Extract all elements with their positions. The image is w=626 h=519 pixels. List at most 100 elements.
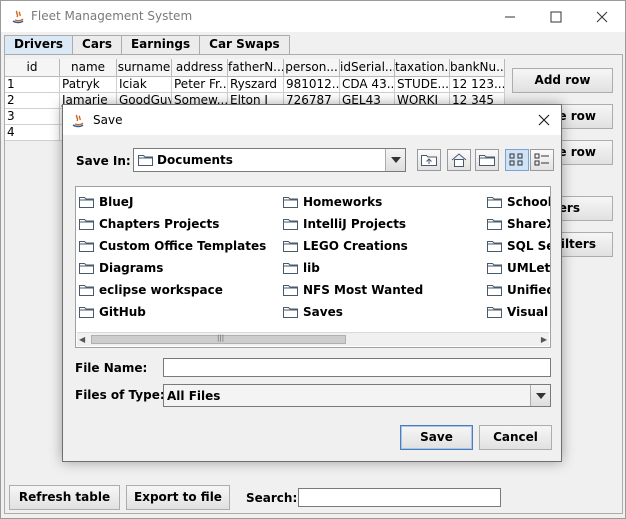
column-header[interactable]: surname <box>117 59 172 77</box>
folder-icon <box>138 155 153 166</box>
list-item[interactable]: IntelliJ Projects <box>283 216 406 232</box>
folder-icon <box>283 197 298 208</box>
folder-icon <box>487 307 502 318</box>
list-item[interactable]: BlueJ <box>79 194 133 210</box>
table-cell[interactable]: 4 <box>5 125 60 141</box>
list-item[interactable]: GitHub <box>79 304 146 320</box>
column-header[interactable]: address <box>172 59 228 77</box>
save-in-combo[interactable]: Documents <box>133 148 406 172</box>
grip-icon: ||| <box>217 334 225 342</box>
main-window: Fleet Management System Drivers Cars Ear… <box>0 0 626 519</box>
export-to-file-button[interactable]: Export to file <box>126 485 230 510</box>
file-type-label: Files of Type: <box>75 388 165 402</box>
home-icon <box>451 153 467 167</box>
column-header[interactable]: bankNu... <box>450 59 505 77</box>
list-item[interactable]: eclipse workspace <box>79 282 223 298</box>
close-icon <box>538 114 550 126</box>
refresh-table-button[interactable]: Refresh table <box>9 485 120 510</box>
list-item[interactable]: lib <box>283 260 320 276</box>
save-in-dropdown-arrow[interactable] <box>385 149 405 171</box>
table-cell[interactable]: 3 <box>5 109 60 125</box>
list-item[interactable]: Unified I <box>487 282 550 298</box>
minimize-button[interactable] <box>487 1 533 32</box>
home-button[interactable] <box>447 149 471 171</box>
list-view-icon <box>509 153 523 166</box>
column-header[interactable]: person... <box>284 59 340 77</box>
tab-cars[interactable]: Cars <box>72 35 122 54</box>
search-input[interactable] <box>298 488 501 507</box>
folder-icon <box>283 263 298 274</box>
list-item[interactable]: NFS Most Wanted <box>283 282 423 298</box>
column-header[interactable]: idSerial... <box>340 59 395 77</box>
file-type-dropdown-arrow[interactable] <box>530 385 550 406</box>
list-item[interactable]: SQL Ser <box>487 238 550 254</box>
table-cell[interactable]: Iciak <box>117 77 172 93</box>
folder-icon <box>487 197 502 208</box>
chevron-down-icon <box>390 157 401 163</box>
table-cell[interactable]: 981012... <box>284 77 340 93</box>
tab-earnings[interactable]: Earnings <box>120 35 201 54</box>
folder-icon <box>283 307 298 318</box>
save-in-value: Documents <box>157 153 233 167</box>
save-in-label: Save In: <box>76 154 131 168</box>
table-cell[interactable]: 2 <box>5 93 60 109</box>
table-cell[interactable]: Peter Fr... <box>172 77 228 93</box>
scroll-left-icon[interactable]: ◀ <box>79 335 85 344</box>
list-item[interactable]: LEGO Creations <box>283 238 408 254</box>
up-one-level-button[interactable] <box>417 149 441 171</box>
folder-icon <box>283 219 298 230</box>
folder-icon <box>79 307 94 318</box>
table-cell[interactable]: 12 123... <box>450 77 505 93</box>
folder-icon <box>487 241 502 252</box>
table-cell[interactable]: STUDE... <box>395 77 450 93</box>
list-view-button[interactable] <box>505 149 529 171</box>
folder-icon <box>487 285 502 296</box>
save-button[interactable]: Save <box>400 425 473 450</box>
list-item[interactable]: Diagrams <box>79 260 163 276</box>
tab-car-swaps[interactable]: Car Swaps <box>199 35 290 54</box>
list-item[interactable]: UMLet <box>487 260 550 276</box>
table-cell[interactable]: 1 <box>5 77 60 93</box>
list-item[interactable]: Visual S <box>487 304 550 320</box>
add-row-button[interactable]: Add row <box>512 68 613 93</box>
details-view-button[interactable] <box>530 149 554 171</box>
tab-drivers[interactable]: Drivers <box>4 35 74 55</box>
table-cell[interactable]: Patryk <box>60 77 117 93</box>
close-icon <box>596 11 608 22</box>
list-item[interactable]: ShareX <box>487 216 550 232</box>
list-item[interactable]: Homeworks <box>283 194 382 210</box>
list-item[interactable]: School P <box>487 194 550 210</box>
list-item[interactable]: Custom Office Templates <box>79 238 266 254</box>
new-folder-button[interactable] <box>475 149 499 171</box>
save-dialog: Save Save In: Documents BlueJ Chapters P… <box>62 104 562 462</box>
column-header[interactable]: name <box>60 59 117 77</box>
minimize-icon <box>505 16 515 17</box>
search-label: Search: <box>246 491 298 505</box>
file-name-input[interactable] <box>163 358 551 377</box>
maximize-icon <box>550 11 562 22</box>
horizontal-scrollbar[interactable]: ◀ ||| ▶ <box>77 332 549 346</box>
table-row[interactable]: 1 Patryk Iciak Peter Fr... Ryszard 98101… <box>5 77 505 93</box>
details-view-icon <box>534 153 549 166</box>
column-header[interactable]: taxation... <box>395 59 450 77</box>
cancel-button[interactable]: Cancel <box>479 425 552 450</box>
dialog-close-button[interactable] <box>529 105 559 135</box>
title-bar: Fleet Management System <box>1 1 625 32</box>
list-item[interactable]: Saves <box>283 304 343 320</box>
close-button[interactable] <box>579 1 625 32</box>
folder-icon <box>79 241 94 252</box>
table-header: id name surname address fatherN... perso… <box>5 59 505 77</box>
tab-bar: Drivers Cars Earnings Car Swaps <box>4 35 290 55</box>
column-header[interactable]: id <box>5 59 60 77</box>
file-type-combo[interactable]: All Files <box>163 384 551 407</box>
list-item[interactable]: Chapters Projects <box>79 216 219 232</box>
table-cell[interactable]: CDA 43... <box>340 77 395 93</box>
folder-icon <box>79 197 94 208</box>
up-folder-icon <box>421 155 437 166</box>
maximize-button[interactable] <box>533 1 579 32</box>
new-folder-icon <box>479 155 495 166</box>
column-header[interactable]: fatherN... <box>228 59 284 77</box>
scroll-right-icon[interactable]: ▶ <box>541 335 547 344</box>
table-cell[interactable]: Ryszard <box>228 77 284 93</box>
java-icon <box>72 114 84 128</box>
